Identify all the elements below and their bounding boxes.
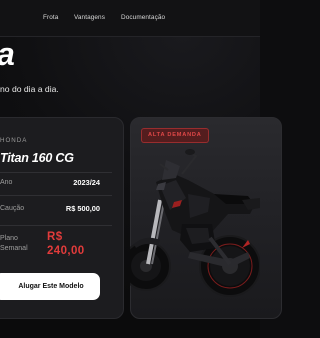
high-demand-badge: ALTA DEMANDA: [141, 128, 209, 143]
rent-model-button[interactable]: Alugar Este Modelo: [0, 273, 100, 300]
vehicle-brand: HONDA: [0, 137, 28, 144]
vehicle-model: Titan 160 CG: [0, 151, 74, 165]
nav-link-frota[interactable]: Frota: [43, 14, 58, 21]
weekly-price-amount: 240,00: [47, 245, 85, 257]
divider: [0, 195, 112, 196]
spec-deposit-value: R$ 500,00: [65, 204, 100, 213]
spec-plan-label-line2: Semanal: [0, 245, 28, 252]
top-navigation: Frota Vantagens Documentação: [0, 0, 260, 37]
weekly-price: R$ 240,00: [47, 230, 85, 258]
hero-title: a: [0, 38, 15, 70]
spec-year-label: Ano: [0, 179, 13, 186]
divider: [0, 172, 112, 173]
hero-subtitle: no do dia a dia.: [0, 84, 59, 94]
nav-link-documentacao[interactable]: Documentação: [121, 14, 165, 21]
spec-plan-label: Plano Semanal: [0, 234, 40, 254]
spec-deposit-label: Caução: [0, 205, 25, 212]
nav-link-vantagens[interactable]: Vantagens: [74, 14, 105, 21]
spec-plan-label-line1: Plano: [0, 235, 18, 242]
weekly-price-currency: R$: [47, 231, 63, 243]
spec-year-value: 2023/24: [73, 178, 100, 187]
motorcycle-image: [130, 149, 260, 297]
divider: [0, 225, 112, 226]
